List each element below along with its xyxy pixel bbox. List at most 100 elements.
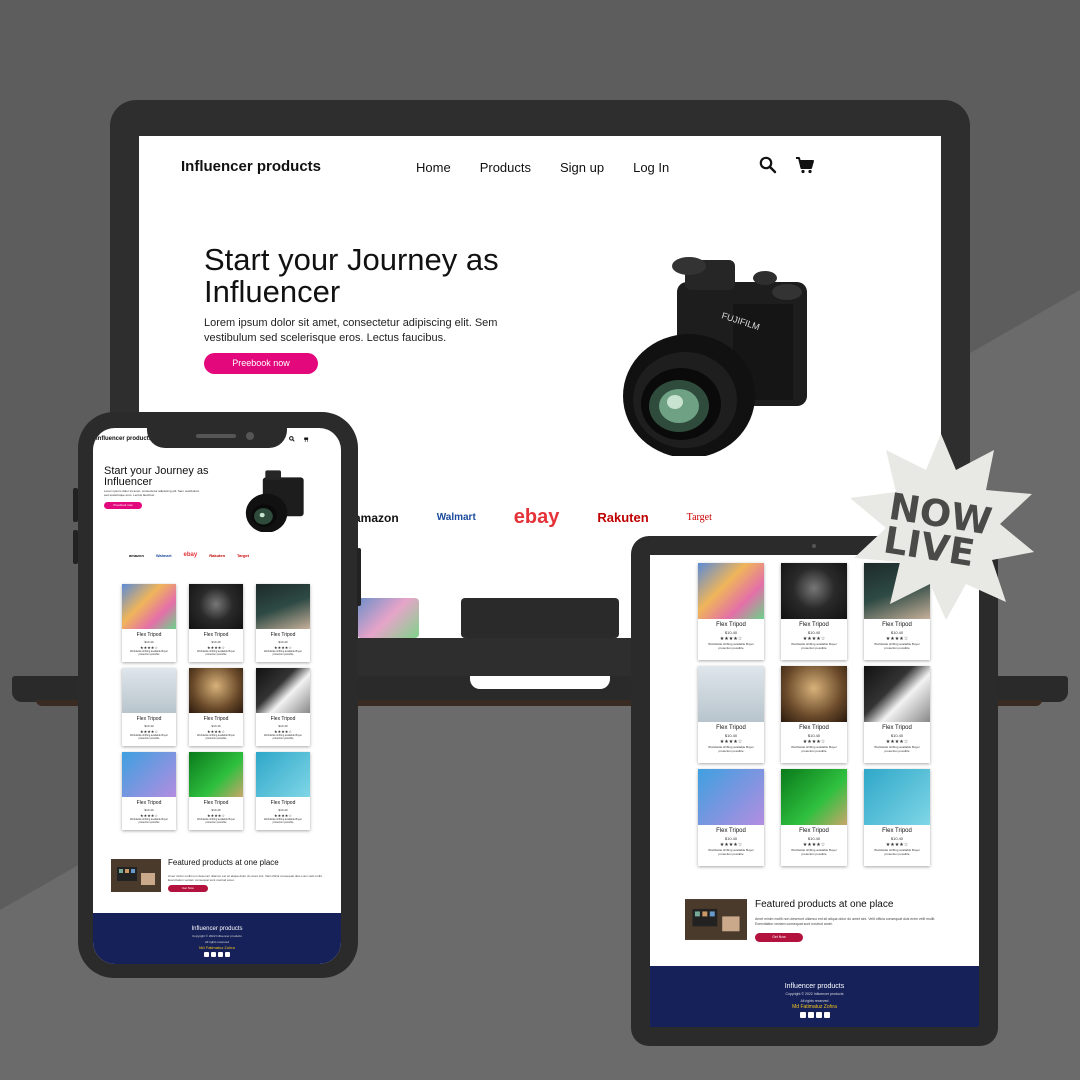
product-card[interactable]: Flex Tripod $10.40 ★★★★☆ Worldwide shifting… [781, 769, 847, 866]
product-name: Flex Tripod [882, 725, 912, 731]
footer: Influencer products Copyright © 2022 Inf… [93, 913, 341, 964]
hero-text: Lorem ipsum dolor sit amet, consectetur … [204, 317, 498, 344]
ebay-logo: ebay [513, 506, 560, 528]
footer-title: Influencer products [191, 926, 243, 932]
globe-icon[interactable] [823, 1012, 830, 1018]
product-name: Flex Tripod [799, 725, 829, 731]
product-card[interactable]: Flex Tripod $10.40 ★★★★☆ Worldwide shifting… [781, 563, 847, 660]
product-card[interactable]: Flex Tripod $10.40 ★★★★☆ Worldwide shifting… [122, 584, 176, 662]
product-image [189, 668, 243, 713]
twitter-icon[interactable] [211, 952, 216, 957]
hero-text: Lorem ipsum dolor sit amet, consectetur … [104, 489, 200, 497]
product-price: $10.40 [724, 836, 738, 841]
product-price: $10.40 [144, 640, 154, 644]
footer-author: Md Fatimatuz Zohra [199, 945, 235, 950]
globe-icon[interactable] [225, 952, 230, 957]
product-card[interactable]: Flex Tripod $10.40 ★★★★☆ Worldwide shifting… [189, 752, 243, 830]
phone-camera [246, 432, 254, 440]
instagram-icon[interactable] [204, 952, 209, 957]
product-name: Flex Tripod [270, 632, 296, 638]
product-card[interactable]: Flex Tripod $10.40 ★★★★☆ Worldwide shifting… [698, 563, 764, 660]
product-description: Worldwide shifting available Buyer prote… [874, 848, 920, 856]
product-name: Flex Tripod [882, 828, 912, 834]
footer-copyright: Copyright © 2022 Influencer products [192, 934, 242, 938]
product-image [698, 563, 764, 619]
featured-image [111, 859, 161, 892]
camera-image: FUJIFILM [623, 257, 807, 456]
product-card[interactable]: Flex Tripod $10.40 ★★★★☆ Worldwide shifting… [698, 666, 764, 763]
product-description: Worldwide shifting available Buyer prote… [708, 848, 754, 856]
product-price: $10.40 [211, 724, 221, 728]
product-card[interactable]: Flex Tripod $10.40 ★★★★☆ Worldwide shifting… [122, 668, 176, 746]
phone-screen: Influencer products Start your Journey a… [93, 428, 341, 964]
product-card[interactable]: Flex Tripod $10.40 ★★★★☆ Worldwide shifting… [256, 668, 310, 746]
product-name: Flex Tripod [882, 622, 912, 628]
product-price: $10.40 [807, 630, 821, 635]
product-grid: Flex Tripod $10.40 ★★★★☆ Worldwide shifting… [122, 584, 310, 830]
cart-icon[interactable] [303, 436, 309, 442]
product-price: $10.40 [211, 640, 221, 644]
walmart-logo: Walmart [155, 552, 172, 558]
product-description: Worldwide shifting available Buyer prote… [263, 650, 303, 656]
social-icons [93, 952, 341, 957]
nav-sign-up[interactable]: Sign up [560, 160, 604, 175]
nav-home[interactable]: Home [416, 160, 451, 175]
product-description: Worldwide shifting available Buyer prote… [263, 818, 303, 824]
product-card[interactable]: Flex Tripod $10.40 ★★★★☆ Worldwide shifting… [864, 769, 930, 866]
amazon-logo: amazon [129, 552, 144, 558]
product-name: Flex Tripod [799, 622, 829, 628]
search-icon[interactable] [759, 156, 777, 174]
product-name: Flex Tripod [203, 632, 229, 638]
nav-log-in[interactable]: Log In [633, 160, 669, 175]
product-image [864, 769, 930, 825]
twitter-icon[interactable] [807, 1012, 814, 1018]
product-card[interactable]: Flex Tripod $10.40 ★★★★☆ Worldwide shifting… [189, 584, 243, 662]
ebay-logo: ebay [183, 552, 198, 558]
product-image [189, 584, 243, 629]
header-icons [759, 156, 815, 174]
product-card[interactable]: Flex Tripod $10.40 ★★★★☆ Worldwide shifting… [864, 666, 930, 763]
preebook-button[interactable]: Preebook now [204, 353, 318, 374]
featured-image [685, 899, 747, 940]
product-price: $10.40 [807, 836, 821, 841]
product-card[interactable]: Flex Tripod $10.40 ★★★★☆ Worldwide shifting… [256, 584, 310, 662]
phone-notch [147, 412, 287, 448]
target-logo: Target [237, 552, 249, 558]
site-brand[interactable]: Influencer products [96, 436, 152, 442]
hero-title: Start your Journey as Influencer [104, 465, 209, 488]
product-card-preview [461, 598, 619, 638]
get-now-button[interactable]: Get Now [168, 885, 208, 892]
product-image [122, 752, 176, 797]
featured-title: Featured products at one place [168, 858, 279, 867]
product-price: $10.40 [890, 836, 904, 841]
product-card[interactable]: Flex Tripod $10.40 ★★★★☆ Worldwide shifting… [189, 668, 243, 746]
product-price: $10.40 [724, 733, 738, 738]
product-price: $10.40 [807, 733, 821, 738]
tablet-screen: Flex Tripod $10.40 ★★★★☆ Worldwide shifting… [650, 555, 979, 1027]
product-price: $10.40 [211, 808, 221, 812]
youtube-icon[interactable] [218, 952, 223, 957]
footer: Influencer products Copyright © 2022 Inf… [650, 966, 979, 1027]
footer-title: Influencer products [784, 983, 845, 990]
product-image [256, 584, 310, 629]
product-card[interactable]: Flex Tripod $10.40 ★★★★☆ Worldwide shifting… [781, 666, 847, 763]
cart-icon[interactable] [795, 156, 815, 174]
product-name: Flex Tripod [716, 622, 746, 628]
product-description: Worldwide shifting available Buyer prote… [791, 642, 837, 650]
walmart-logo: Walmart [436, 512, 476, 523]
get-now-button[interactable]: Get Now [755, 933, 803, 942]
main-nav: Home Products Sign up Log In [416, 160, 669, 175]
product-image [864, 666, 930, 722]
instagram-icon[interactable] [799, 1012, 806, 1018]
product-card[interactable]: Flex Tripod $10.40 ★★★★☆ Worldwide shifting… [256, 752, 310, 830]
product-price: $10.40 [890, 630, 904, 635]
search-icon[interactable] [289, 436, 295, 442]
header-icons [289, 436, 309, 442]
site-brand[interactable]: Influencer products [181, 158, 321, 175]
nav-products[interactable]: Products [480, 160, 531, 175]
preebook-button[interactable]: Preebook now [104, 502, 142, 509]
youtube-icon[interactable] [815, 1012, 822, 1018]
product-card-preview [357, 598, 419, 638]
product-card[interactable]: Flex Tripod $10.40 ★★★★☆ Worldwide shifting… [698, 769, 764, 866]
product-card[interactable]: Flex Tripod $10.40 ★★★★☆ Worldwide shifting… [122, 752, 176, 830]
